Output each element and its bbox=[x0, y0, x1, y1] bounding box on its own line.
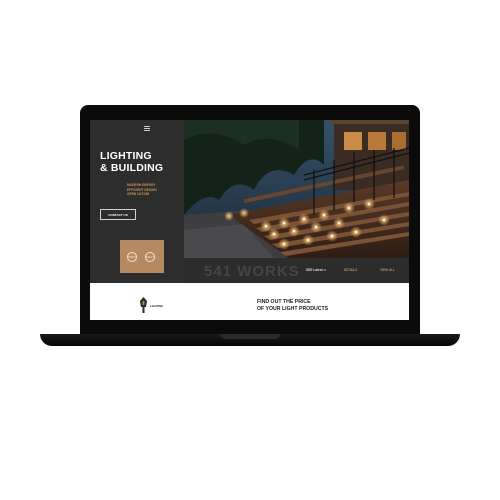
hero-subtitle: MODERN ENERGY EFFICIENT DESIGN OPEN 24/7… bbox=[127, 183, 157, 197]
laptop-notch bbox=[220, 334, 280, 339]
hero-subtitle-line: OPEN 24/7/365 bbox=[127, 192, 150, 197]
menu-icon[interactable] bbox=[144, 126, 150, 131]
hero-subtitle-line: MODERN ENERGY bbox=[127, 183, 156, 187]
price-cta-line1: FIND OUT THE PRICE bbox=[257, 299, 311, 305]
see-latest-link[interactable]: SEE Latest ⊃ bbox=[306, 268, 326, 272]
brand-logo[interactable]: LIGHTING bbox=[139, 297, 163, 314]
hero-title-line1: LIGHTING bbox=[100, 150, 152, 162]
price-cta-title: FIND OUT THE PRICE OF YOUR LIGHT PRODUCT… bbox=[257, 299, 328, 313]
hero-deck-photo bbox=[184, 120, 409, 258]
contact-button[interactable]: CONTACT US bbox=[100, 209, 136, 220]
works-bar: 541 WORKS SEE Latest ⊃ DETAILS VIEW ALL bbox=[184, 258, 409, 283]
price-cta-line2: OF YOUR LIGHT PRODUCTS bbox=[257, 306, 329, 312]
works-heading: 541 WORKS bbox=[204, 263, 300, 280]
details-link[interactable]: DETAILS bbox=[344, 268, 357, 272]
logo-text: LIGHTING bbox=[150, 303, 164, 308]
next-arrow-button[interactable]: NEXT bbox=[145, 252, 155, 262]
price-cta-section: LIGHTING FIND OUT THE PRICE OF YOUR LIGH… bbox=[90, 283, 409, 320]
view-all-link[interactable]: VIEW ALL bbox=[380, 268, 395, 272]
laptop-screen: LIGHTING & BUILDING MODERN ENERGY EFFICI… bbox=[90, 120, 409, 320]
prev-arrow-label: PREV bbox=[127, 255, 137, 259]
lamp-icon bbox=[140, 297, 147, 313]
hero-title: LIGHTING & BUILDING bbox=[100, 150, 163, 174]
next-arrow-label: NEXT bbox=[146, 255, 155, 259]
hero-left-panel: LIGHTING & BUILDING MODERN ENERGY EFFICI… bbox=[90, 120, 184, 283]
hero-title-line2: & BUILDING bbox=[100, 162, 164, 174]
prev-arrow-button[interactable]: PREV bbox=[127, 252, 137, 262]
